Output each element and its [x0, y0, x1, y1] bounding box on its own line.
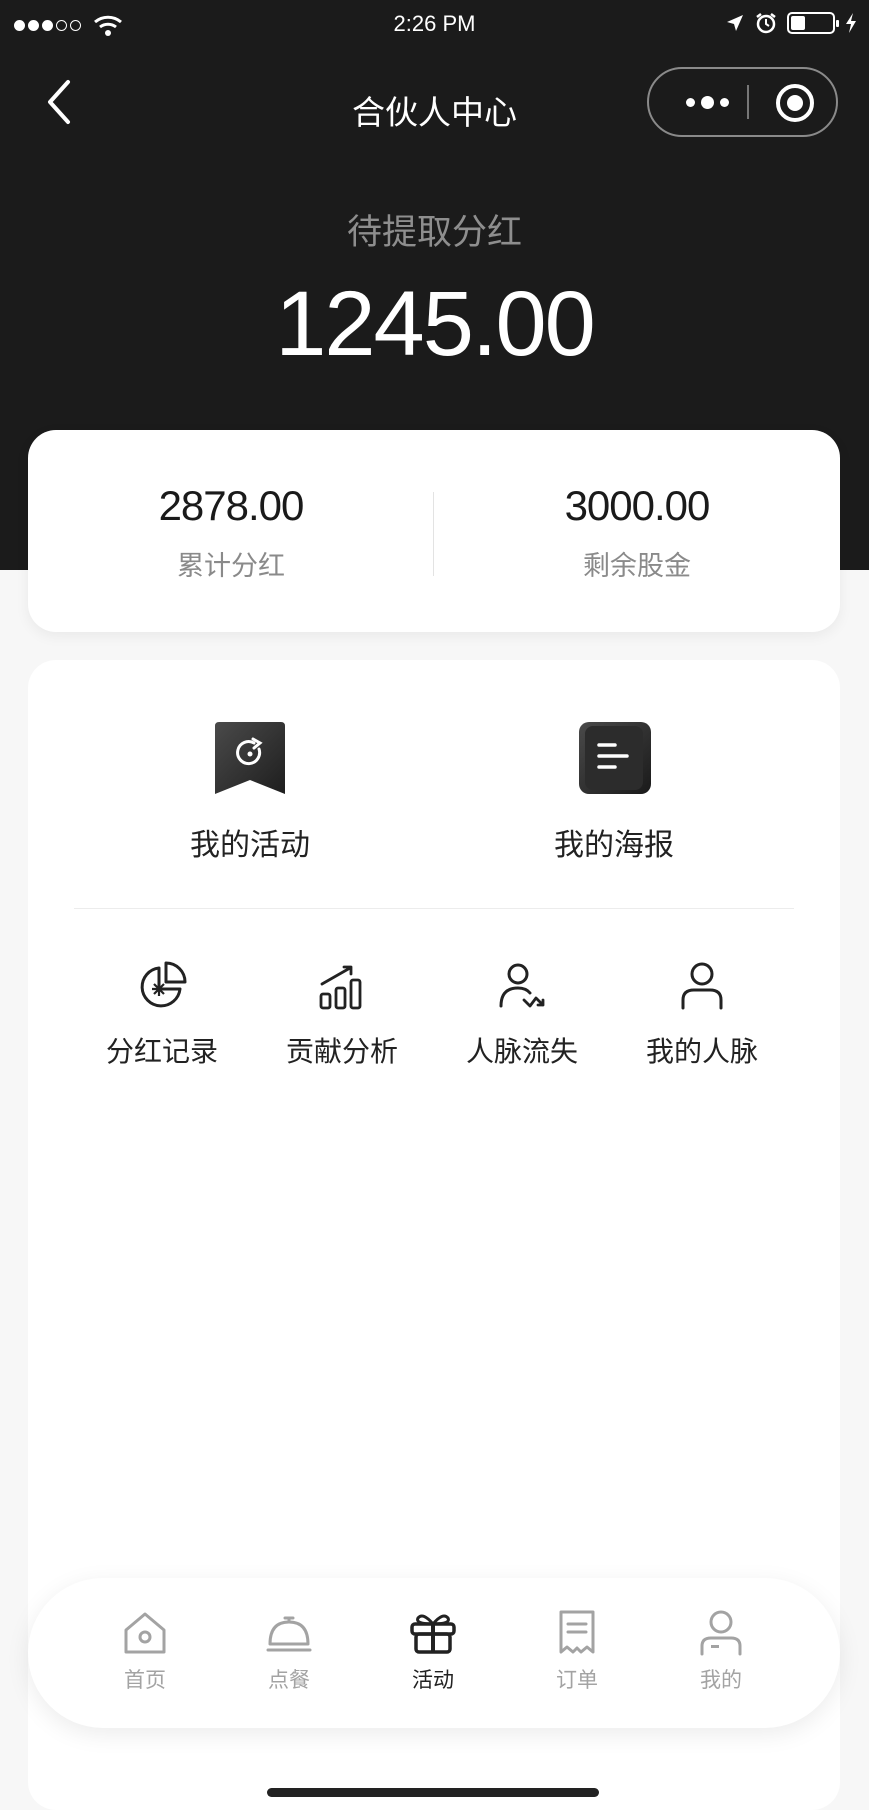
stats-card: 2878.00 累计分红 3000.00 剩余股金: [28, 430, 840, 632]
home-icon: [124, 1612, 166, 1654]
activity-icon: [215, 722, 285, 794]
menu-dividend-records[interactable]: 分红记录: [82, 960, 242, 1070]
menu-label: 分红记录: [105, 1035, 218, 1068]
menu-label: 我的人脉: [645, 1035, 758, 1068]
tab-label: 订单: [556, 1668, 598, 1692]
location-arrow-icon: [727, 15, 743, 31]
tab-mine[interactable]: 我的: [666, 1608, 776, 1694]
alarm-icon: [756, 13, 776, 34]
user-decline-icon: [499, 963, 545, 1008]
tab-label: 首页: [124, 1668, 166, 1692]
stat-label: 累计分红: [177, 551, 285, 582]
tab-label: 点餐: [268, 1668, 310, 1692]
profile-icon: [700, 1610, 742, 1656]
stat-label: 剩余股金: [583, 551, 691, 582]
menu-my-posters[interactable]: 我的海报: [514, 718, 714, 864]
cloche-icon: [266, 1616, 312, 1652]
capsule-divider: [747, 85, 749, 119]
bar-chart-icon: [319, 965, 362, 1010]
battery-icon: [787, 12, 839, 34]
status-right-group: [725, 12, 857, 34]
battery-level: [791, 16, 805, 30]
mini-program-capsule: [647, 67, 838, 137]
menu-label: 我的海报: [554, 828, 674, 863]
menu-label: 我的活动: [190, 828, 310, 863]
status-bar: 2:26 PM: [0, 0, 869, 52]
tab-label: 活动: [412, 1668, 454, 1692]
menu-network-loss[interactable]: 人脉流失: [442, 960, 602, 1070]
menu-divider: [74, 908, 794, 909]
more-options-icon[interactable]: [677, 69, 737, 135]
receipt-icon: [559, 1610, 595, 1654]
tab-label: 我的: [700, 1668, 742, 1692]
stat-total-dividend: 2878.00 累计分红: [28, 482, 434, 583]
stat-value: 3000.00: [564, 482, 711, 529]
home-indicator: [267, 1788, 599, 1797]
tab-activities[interactable]: 活动: [378, 1608, 488, 1694]
poster-icon: [579, 722, 651, 794]
stat-remaining-shares: 3000.00 剩余股金: [434, 482, 840, 583]
tab-home[interactable]: 首页: [90, 1608, 200, 1694]
pending-dividend-amount: 1245.00: [275, 273, 596, 375]
tab-orders[interactable]: 订单: [522, 1608, 632, 1694]
pie-chart-icon: [140, 961, 187, 1008]
gift-icon: [410, 1614, 456, 1654]
user-icon: [681, 962, 723, 1010]
menu-contribution-analysis[interactable]: 贡献分析: [262, 960, 422, 1070]
close-target-icon[interactable]: [776, 84, 814, 122]
pending-dividend-label: 待提取分红: [346, 213, 522, 253]
menu-label: 贡献分析: [285, 1035, 398, 1068]
bottom-tab-bar: 首页 点餐 活动 订单 我的: [28, 1578, 840, 1728]
charging-bolt-icon: [846, 13, 856, 33]
stat-value: 2878.00: [158, 482, 305, 529]
menu-my-activities[interactable]: 我的活动: [150, 718, 350, 864]
menu-label: 人脉流失: [465, 1035, 578, 1068]
menu-my-network[interactable]: 我的人脉: [622, 960, 782, 1070]
tab-order-food[interactable]: 点餐: [234, 1608, 344, 1694]
